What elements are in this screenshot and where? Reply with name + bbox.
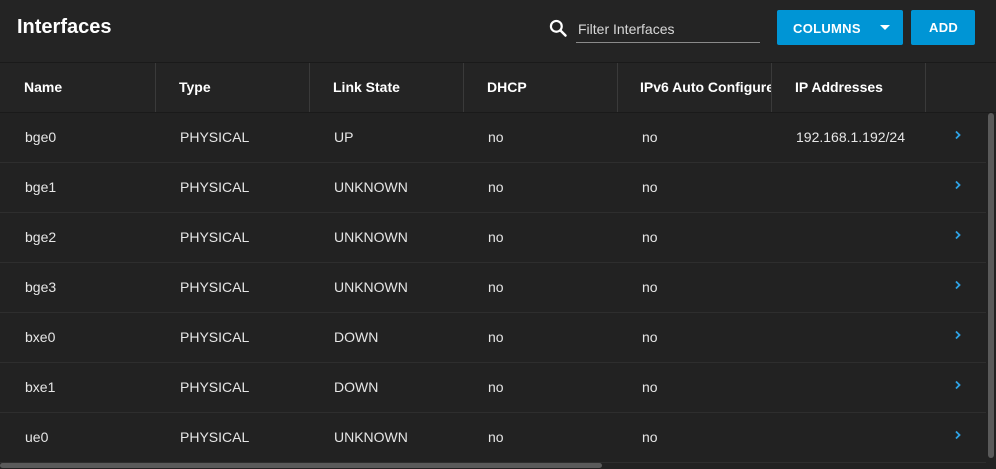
cell-type: PHYSICAL [180, 329, 250, 345]
cell-type: PHYSICAL [180, 229, 250, 245]
table-row[interactable]: bge0 PHYSICAL UP no no 192.168.1.192/24 [0, 113, 986, 163]
vertical-scrollbar[interactable] [986, 113, 996, 469]
table-header: Name Type Link State DHCP IPv6 Auto Conf… [0, 63, 996, 113]
chevron-right-icon[interactable] [953, 130, 963, 140]
cell-dhcp: no [488, 429, 504, 445]
chevron-right-icon[interactable] [953, 380, 963, 390]
chevron-right-icon[interactable] [953, 430, 963, 440]
columns-button[interactable]: COLUMNS [777, 10, 903, 45]
column-header-type[interactable]: Type [155, 63, 310, 112]
table-row[interactable]: bxe0 PHYSICAL DOWN no no [0, 313, 986, 363]
cell-type: PHYSICAL [180, 379, 250, 395]
page-toolbar: Interfaces COLUMNS ADD [0, 0, 996, 63]
cell-ip-addresses: 192.168.1.192/24 [796, 129, 905, 145]
cell-ipv6-auto-configure: no [642, 129, 658, 145]
column-header-name[interactable]: Name [0, 63, 156, 112]
cell-name: bge2 [25, 229, 57, 245]
cell-ipv6-auto-configure: no [642, 229, 658, 245]
horizontal-scrollbar-thumb[interactable] [0, 463, 602, 468]
table-row[interactable]: bge1 PHYSICAL UNKNOWN no no [0, 163, 986, 213]
columns-button-label: COLUMNS [793, 21, 861, 36]
cell-name: bxe0 [25, 329, 56, 345]
chevron-right-icon[interactable] [953, 280, 963, 290]
cell-dhcp: no [488, 279, 504, 295]
cell-dhcp: no [488, 179, 504, 195]
cell-name: bge0 [25, 129, 57, 145]
cell-link-state: UNKNOWN [334, 229, 408, 245]
cell-type: PHYSICAL [180, 179, 250, 195]
cell-type: PHYSICAL [180, 429, 250, 445]
cell-name: bxe1 [25, 379, 56, 395]
cell-dhcp: no [488, 129, 504, 145]
cell-type: PHYSICAL [180, 129, 250, 145]
table-row[interactable]: bxe1 PHYSICAL DOWN no no [0, 363, 986, 413]
cell-type: PHYSICAL [180, 279, 250, 295]
cell-link-state: DOWN [334, 379, 379, 395]
table-row[interactable]: bge3 PHYSICAL UNKNOWN no no [0, 263, 986, 313]
page-title: Interfaces [17, 16, 112, 38]
search-input[interactable] [576, 16, 760, 43]
search-icon[interactable] [548, 18, 568, 38]
cell-dhcp: no [488, 229, 504, 245]
cell-link-state: DOWN [334, 329, 379, 345]
vertical-scrollbar-thumb[interactable] [988, 113, 994, 458]
horizontal-scrollbar[interactable] [0, 462, 986, 469]
cell-dhcp: no [488, 379, 504, 395]
cell-ipv6-auto-configure: no [642, 379, 658, 395]
column-header-link-state[interactable]: Link State [309, 63, 464, 112]
cell-ipv6-auto-configure: no [642, 179, 658, 195]
table-row[interactable]: bge2 PHYSICAL UNKNOWN no no [0, 213, 986, 263]
search-box [548, 16, 760, 44]
cell-ipv6-auto-configure: no [642, 279, 658, 295]
cell-name: ue0 [25, 429, 49, 445]
chevron-right-icon[interactable] [953, 230, 963, 240]
cell-dhcp: no [488, 329, 504, 345]
cell-link-state: UNKNOWN [334, 429, 408, 445]
cell-link-state: UNKNOWN [334, 279, 408, 295]
column-header-dhcp[interactable]: DHCP [463, 63, 618, 112]
cell-name: bge3 [25, 279, 57, 295]
add-button-label: ADD [929, 20, 959, 35]
cell-ipv6-auto-configure: no [642, 329, 658, 345]
table-row[interactable]: ue0 PHYSICAL UNKNOWN no no [0, 413, 986, 463]
cell-ipv6-auto-configure: no [642, 429, 658, 445]
add-button[interactable]: ADD [911, 10, 975, 45]
cell-link-state: UP [334, 129, 354, 145]
column-header-ipv6-auto-configure[interactable]: IPv6 Auto Configure [617, 63, 772, 112]
cell-link-state: UNKNOWN [334, 179, 408, 195]
chevron-right-icon[interactable] [953, 330, 963, 340]
caret-down-icon[interactable] [880, 25, 890, 30]
chevron-right-icon[interactable] [953, 180, 963, 190]
cell-name: bge1 [25, 179, 57, 195]
column-header-ip-addresses[interactable]: IP Addresses [771, 63, 926, 112]
